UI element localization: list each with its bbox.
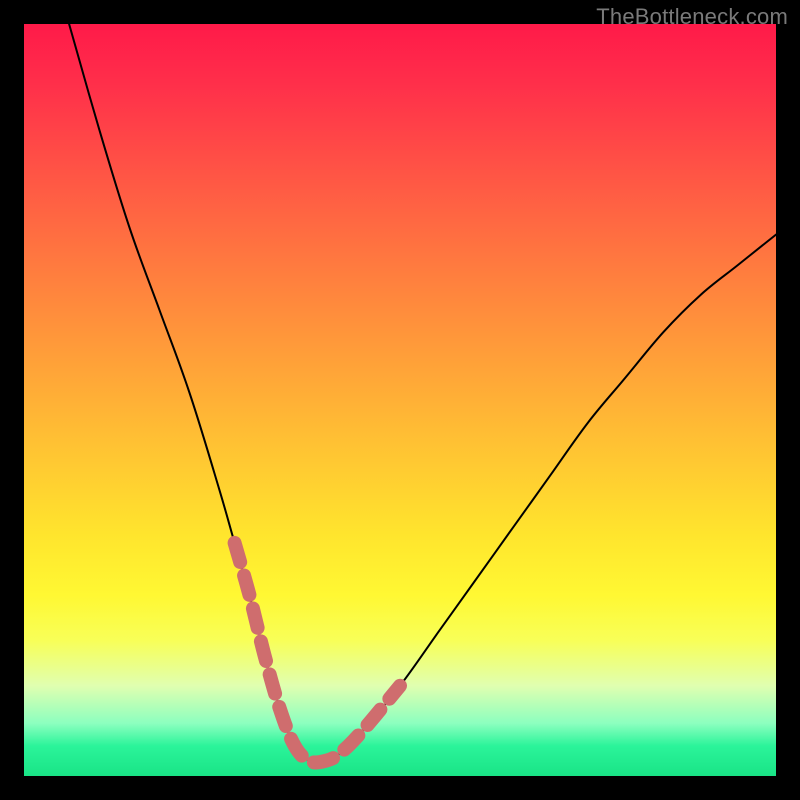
- watermark-text: TheBottleneck.com: [596, 4, 788, 30]
- chart-plot-area: [24, 24, 776, 776]
- bottleneck-curve-svg: [24, 24, 776, 776]
- bottleneck-highlight-dash: [235, 543, 400, 763]
- bottleneck-curve-path: [69, 24, 776, 763]
